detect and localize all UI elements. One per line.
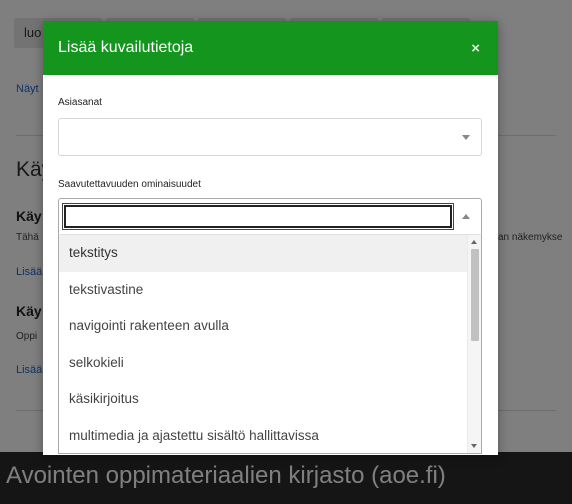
scroll-up-icon[interactable]: [471, 240, 477, 244]
option-navigointi-rakenteen-avulla[interactable]: navigointi rakenteen avulla: [59, 308, 481, 345]
modal-title: Lisää kuvailutietoja: [58, 39, 194, 56]
scroll-thumb[interactable]: [471, 249, 479, 341]
accessibility-options-list: tekstitys tekstivastine navigointi raken…: [58, 234, 482, 454]
accessibility-select[interactable]: [58, 198, 482, 234]
scroll-down-icon[interactable]: [471, 444, 477, 448]
chevron-up-icon[interactable]: [462, 214, 470, 219]
option-tekstivastine[interactable]: tekstivastine: [59, 272, 481, 309]
accessibility-search-input[interactable]: [62, 203, 454, 230]
keywords-label: Asiasanat: [58, 97, 102, 108]
close-icon[interactable]: ×: [471, 40, 480, 57]
option-tekstitys[interactable]: tekstitys: [59, 235, 481, 272]
chevron-down-icon: [462, 135, 470, 140]
options-scrollbar[interactable]: [467, 235, 481, 453]
option-kasikirjoitus[interactable]: käsikirjoitus: [59, 381, 481, 418]
option-multimedia-ajastettu[interactable]: multimedia ja ajastettu sisältö hallitta…: [59, 418, 481, 454]
option-selkokieli[interactable]: selkokieli: [59, 345, 481, 382]
add-description-modal: Lisää kuvailutietoja × Asiasanat Saavute…: [43, 21, 498, 455]
modal-header: Lisää kuvailutietoja ×: [43, 21, 498, 75]
keywords-select[interactable]: [58, 118, 482, 156]
accessibility-label: Saavutettavuuden ominaisuudet: [58, 179, 201, 190]
